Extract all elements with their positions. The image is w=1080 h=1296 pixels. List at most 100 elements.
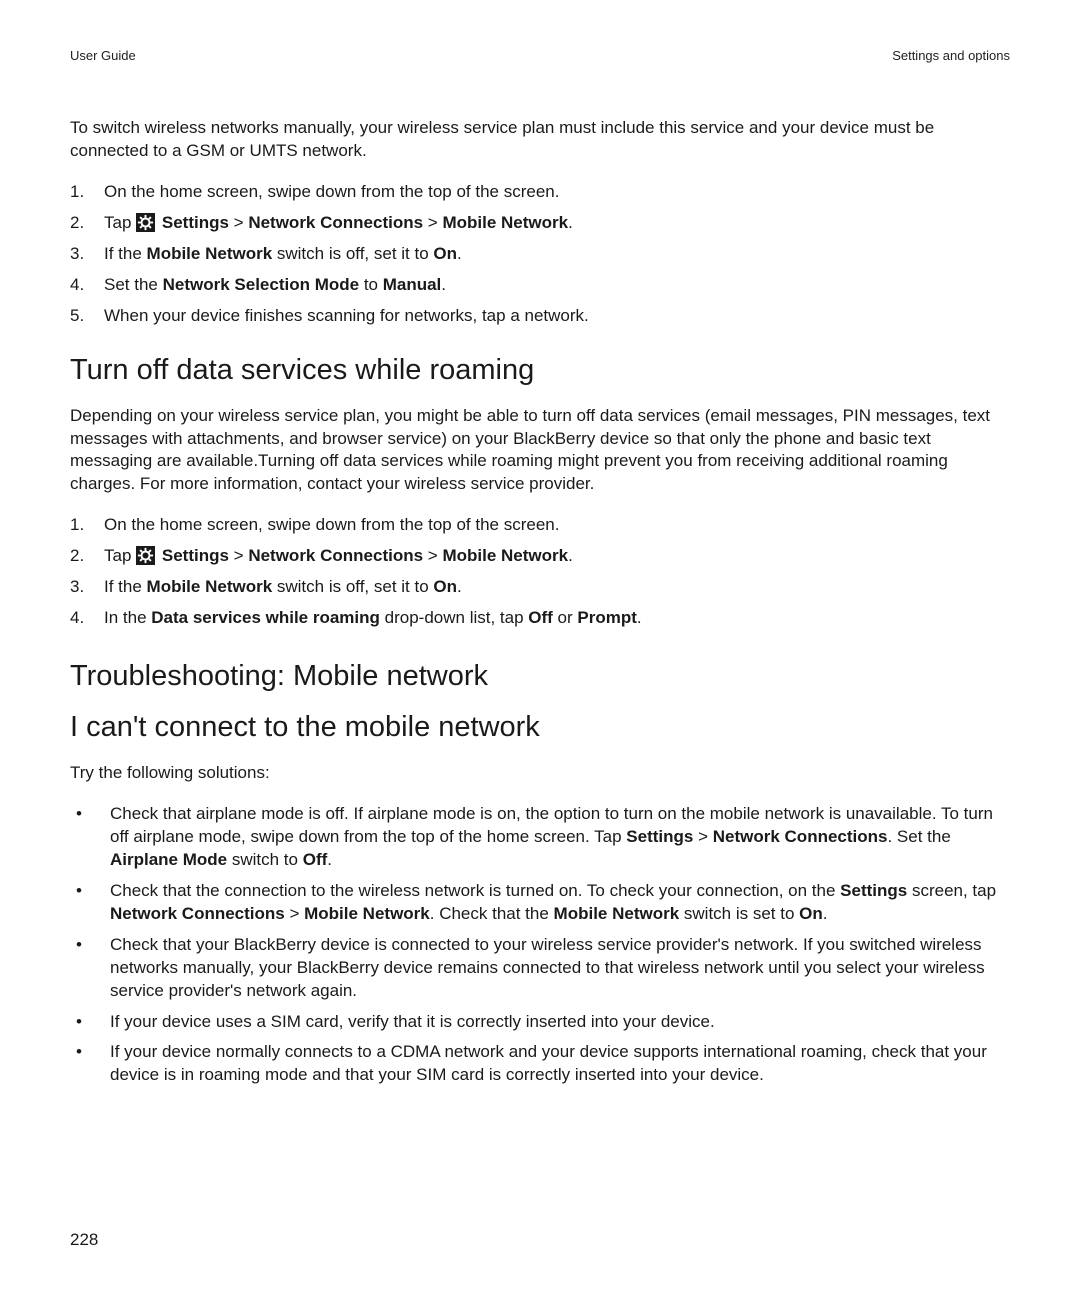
off-label: Off <box>528 608 553 627</box>
manual-label: Manual <box>383 275 442 294</box>
step-number: 3. <box>70 243 104 266</box>
heading-troubleshooting: Troubleshooting: Mobile network <box>70 660 1010 693</box>
page-number: 228 <box>70 1230 98 1250</box>
page-header: User Guide Settings and options <box>70 48 1010 63</box>
on-label: On <box>799 904 823 923</box>
gear-icon <box>136 213 155 232</box>
mobile-network-label: Mobile Network <box>442 546 568 565</box>
header-right: Settings and options <box>892 48 1010 63</box>
separator: > <box>229 213 248 232</box>
list-item: 1. On the home screen, swipe down from t… <box>70 181 1010 204</box>
text: Tap <box>104 213 136 232</box>
prompt-label: Prompt <box>577 608 637 627</box>
bullet-icon: • <box>70 880 110 926</box>
separator: > <box>423 213 442 232</box>
network-connections-label: Network Connections <box>110 904 285 923</box>
list-item: 4. In the Data services while roaming dr… <box>70 607 1010 630</box>
separator: > <box>285 904 304 923</box>
heading-cant-connect: I can't connect to the mobile network <box>70 711 1010 744</box>
separator: > <box>423 546 442 565</box>
step-number: 4. <box>70 274 104 297</box>
step-number: 3. <box>70 576 104 599</box>
text: switch is off, set it to <box>272 577 433 596</box>
text: . Check that the <box>430 904 554 923</box>
network-connections-label: Network Connections <box>248 546 423 565</box>
bullet-icon: • <box>70 803 110 872</box>
off-label: Off <box>303 850 328 869</box>
list-item: 1. On the home screen, swipe down from t… <box>70 514 1010 537</box>
roaming-paragraph: Depending on your wireless service plan,… <box>70 405 1010 497</box>
text: to <box>359 275 383 294</box>
roaming-steps: 1. On the home screen, swipe down from t… <box>70 514 1010 630</box>
text: switch to <box>227 850 303 869</box>
header-left: User Guide <box>70 48 136 63</box>
list-item: 3. If the Mobile Network switch is off, … <box>70 243 1010 266</box>
step-number: 2. <box>70 212 104 235</box>
bullet-text: Check that your BlackBerry device is con… <box>110 934 1010 1003</box>
text: . <box>327 850 332 869</box>
step-text: In the Data services while roaming drop-… <box>104 607 1010 630</box>
step-text: If the Mobile Network switch is off, set… <box>104 576 1010 599</box>
text: . <box>457 244 462 263</box>
list-item: • Check that the connection to the wirel… <box>70 880 1010 926</box>
step-number: 4. <box>70 607 104 630</box>
text: switch is off, set it to <box>272 244 433 263</box>
intro-paragraph: To switch wireless networks manually, yo… <box>70 117 1010 163</box>
bullet-text: Check that the connection to the wireles… <box>110 880 1010 926</box>
try-line: Try the following solutions: <box>70 762 1010 785</box>
network-connections-label: Network Connections <box>713 827 888 846</box>
on-label: On <box>433 244 457 263</box>
bullet-icon: • <box>70 934 110 1003</box>
solutions-list: • Check that airplane mode is off. If ai… <box>70 803 1010 1087</box>
mobile-network-label: Mobile Network <box>442 213 568 232</box>
step-text: Tap Settings > Network Connections > Mob… <box>104 212 1010 235</box>
text: Set the <box>104 275 163 294</box>
text: . <box>568 546 573 565</box>
list-item: 4. Set the Network Selection Mode to Man… <box>70 274 1010 297</box>
step-number: 1. <box>70 181 104 204</box>
heading-roaming: Turn off data services while roaming <box>70 354 1010 387</box>
text: Tap <box>104 546 136 565</box>
text: screen, tap <box>907 881 996 900</box>
bullet-icon: • <box>70 1041 110 1087</box>
step-number: 2. <box>70 545 104 568</box>
settings-label: Settings <box>162 546 229 565</box>
list-item: 5. When your device finishes scanning fo… <box>70 305 1010 328</box>
list-item: • Check that your BlackBerry device is c… <box>70 934 1010 1003</box>
list-item: 3. If the Mobile Network switch is off, … <box>70 576 1010 599</box>
mobile-network-label: Mobile Network <box>554 904 680 923</box>
list-item: • If your device normally connects to a … <box>70 1041 1010 1087</box>
bullet-text: If your device normally connects to a CD… <box>110 1041 1010 1087</box>
text: . <box>823 904 828 923</box>
mobile-network-label: Mobile Network <box>147 577 273 596</box>
separator: > <box>693 827 712 846</box>
step-text: If the Mobile Network switch is off, set… <box>104 243 1010 266</box>
bullet-text: If your device uses a SIM card, verify t… <box>110 1011 1010 1034</box>
step-text: On the home screen, swipe down from the … <box>104 514 1010 537</box>
separator: > <box>229 546 248 565</box>
list-item: 2. Tap Settings > Network Connections > … <box>70 212 1010 235</box>
network-selection-mode-label: Network Selection Mode <box>163 275 359 294</box>
list-item: • If your device uses a SIM card, verify… <box>70 1011 1010 1034</box>
network-connections-label: Network Connections <box>248 213 423 232</box>
step-number: 1. <box>70 514 104 537</box>
page: User Guide Settings and options To switc… <box>0 0 1080 1296</box>
text: . <box>441 275 446 294</box>
step-text: Set the Network Selection Mode to Manual… <box>104 274 1010 297</box>
data-services-label: Data services while roaming <box>151 608 380 627</box>
text: drop-down list, tap <box>380 608 528 627</box>
text: Check that the connection to the wireles… <box>110 881 840 900</box>
text: switch is set to <box>679 904 799 923</box>
step-text: On the home screen, swipe down from the … <box>104 181 1010 204</box>
text: If the <box>104 577 147 596</box>
settings-label: Settings <box>626 827 693 846</box>
list-item: • Check that airplane mode is off. If ai… <box>70 803 1010 872</box>
text: . <box>457 577 462 596</box>
mobile-network-label: Mobile Network <box>304 904 430 923</box>
step-text: Tap Settings > Network Connections > Mob… <box>104 545 1010 568</box>
text: . <box>637 608 642 627</box>
step-number: 5. <box>70 305 104 328</box>
mobile-network-label: Mobile Network <box>147 244 273 263</box>
bullet-text: Check that airplane mode is off. If airp… <box>110 803 1010 872</box>
settings-label: Settings <box>840 881 907 900</box>
